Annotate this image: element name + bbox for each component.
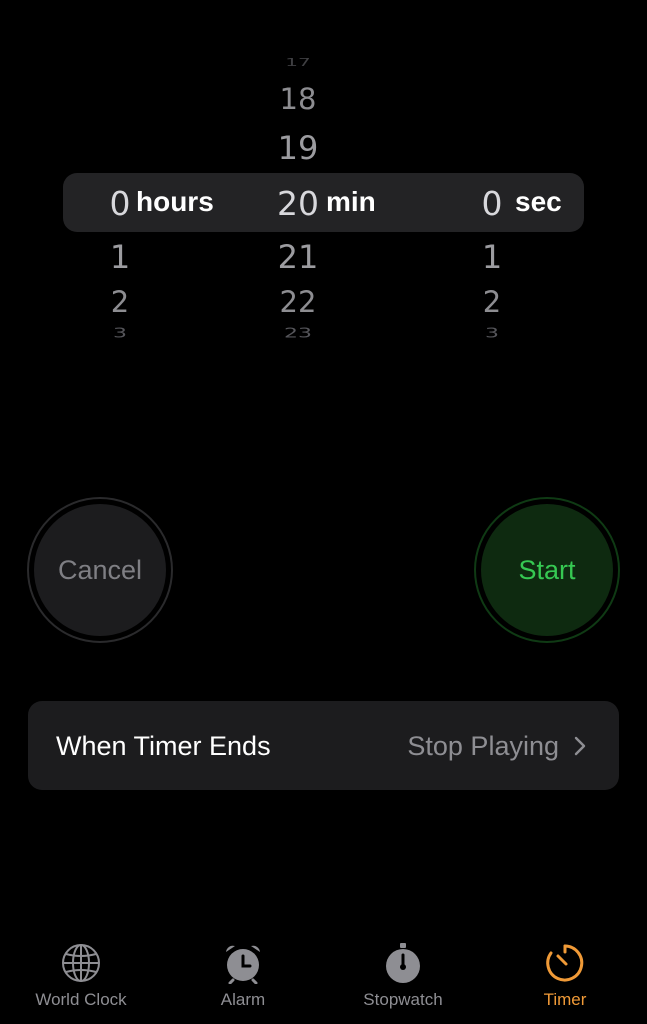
- seconds-selected-value: 0: [481, 184, 503, 223]
- minutes-option[interactable]: 22: [268, 285, 328, 319]
- cancel-button[interactable]: Cancel: [27, 497, 173, 643]
- tab-bar: World Clock Alarm Stopwatch Timer: [0, 930, 647, 1024]
- when-timer-ends-title: When Timer Ends: [56, 731, 271, 761]
- minutes-option[interactable]: 23: [268, 326, 328, 341]
- tab-label: Stopwatch: [363, 990, 443, 1009]
- stopwatch-icon: [386, 943, 420, 983]
- hours-option[interactable]: 3: [90, 326, 150, 341]
- start-button-label: Start: [481, 504, 613, 636]
- tab-label: World Clock: [35, 990, 127, 1009]
- when-timer-ends-value: Stop Playing: [407, 731, 559, 761]
- hours-option[interactable]: 1: [90, 238, 150, 276]
- chevron-right-icon: [574, 736, 586, 756]
- minutes-unit-label: min: [326, 186, 376, 217]
- tab-world-clock[interactable]: World Clock: [6, 942, 156, 1010]
- tab-label: Timer: [543, 990, 587, 1009]
- minutes-option[interactable]: 21: [268, 238, 328, 276]
- alarm-clock-icon: [226, 945, 260, 984]
- hours-option[interactable]: 2: [90, 285, 150, 319]
- tab-alarm[interactable]: Alarm: [168, 942, 318, 1010]
- tab-label: Alarm: [220, 990, 266, 1009]
- minutes-selected-value: 20: [277, 184, 319, 223]
- seconds-unit-label: sec: [515, 186, 562, 217]
- minutes-option[interactable]: 17: [268, 55, 328, 68]
- tab-stopwatch[interactable]: Stopwatch: [328, 942, 478, 1010]
- when-timer-ends-row[interactable]: When Timer Ends Stop Playing: [28, 701, 619, 790]
- cancel-button-label: Cancel: [34, 504, 166, 636]
- seconds-option[interactable]: 1: [462, 238, 522, 276]
- timer-icon: [546, 944, 584, 982]
- globe-icon: [62, 944, 100, 982]
- hours-unit-label: hours: [136, 186, 214, 217]
- minutes-option[interactable]: 18: [268, 82, 328, 116]
- seconds-option[interactable]: 2: [462, 285, 522, 319]
- timer-picker[interactable]: 0 1 2 3 hours 17 18 19 20 21 22 23 min 0…: [0, 40, 647, 370]
- tab-timer[interactable]: Timer: [490, 942, 640, 1010]
- seconds-option[interactable]: 3: [462, 326, 522, 341]
- start-button[interactable]: Start: [474, 497, 620, 643]
- minutes-option[interactable]: 19: [268, 129, 328, 167]
